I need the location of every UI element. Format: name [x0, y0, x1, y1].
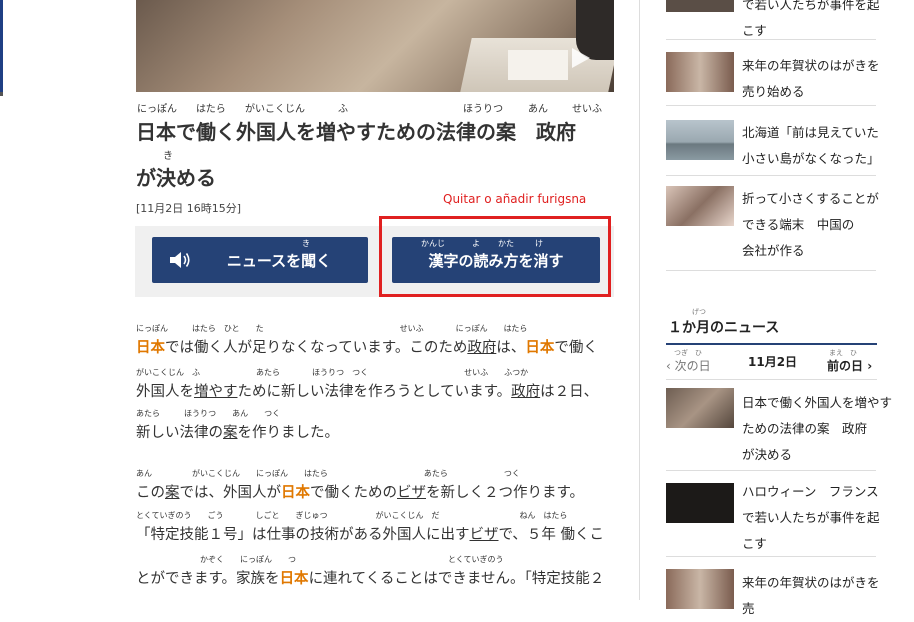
news-thumbnail — [666, 569, 734, 609]
news-headline: 日本で働く外国人を増やす ための法律の案 政府 が決める — [742, 395, 893, 462]
news-headline: ハロウィーン フランス で若い人たちが事件を起 こす — [742, 484, 880, 551]
news-thumbnail — [666, 52, 734, 92]
speaker-icon — [170, 252, 190, 268]
body-ruby: かぞく にっぽん つ とくていぎのう — [136, 555, 504, 564]
column-divider — [639, 0, 640, 600]
title-ruby: はたら — [196, 104, 226, 115]
paper-shape — [508, 50, 568, 80]
body-line: 「特定技能１号」は仕事の技術がある外国人に出すビザで、５年 働くこ — [136, 527, 605, 543]
sidebar-news-item[interactable]: 折って小さくすることが できる端末 中国の 会社が作る — [666, 176, 879, 271]
sidebar-news-item[interactable]: 来年の年賀状のはがきを 売り始める — [666, 40, 880, 106]
news-thumbnail — [666, 483, 734, 523]
annotation-highlight-box — [379, 216, 611, 297]
month-news-title: １か月のニュース — [668, 320, 780, 336]
news-headline: 来年の年賀状のはがきを売 — [742, 575, 880, 616]
body-line: 日本では働く人が足りなくなっています。このため政府は、日本で働く — [136, 340, 598, 356]
annotation-text: Quitar o añadir furigsna — [443, 192, 587, 206]
month-news-item[interactable]: 日本で働く外国人を増やす ための法律の案 政府 が決める — [666, 380, 892, 471]
article-title-line2: が決める — [136, 166, 216, 190]
listen-furi: き — [302, 239, 310, 248]
title-ruby: がいこくじん — [245, 104, 305, 115]
month-furi: げつ — [692, 308, 706, 316]
news-thumbnail — [666, 120, 734, 160]
news-headline: 折って小さくすることが できる端末 中国の 会社が作る — [742, 191, 879, 258]
month-news-item[interactable]: 来年の年賀状のはがきを売 — [666, 557, 880, 616]
news-thumbnail — [666, 388, 734, 428]
article-video-thumbnail[interactable] — [136, 0, 614, 92]
article-date: [11月2日 16時15分] — [136, 202, 242, 215]
news-headline: で若い人たちが事件を起 こす — [742, 0, 880, 38]
title-ruby: き — [163, 151, 173, 162]
body-ruby: とくていぎのう ごう しごと ぎじゅつ がいこくじん だ ねん はたら — [136, 511, 568, 520]
sidebar-news-item[interactable]: で若い人たちが事件を起 こす — [666, 0, 880, 40]
title-ruby: あん — [528, 104, 548, 115]
news-headline: 来年の年賀状のはがきを 売り始める — [742, 58, 880, 99]
body-ruby: がいこくじん ふ あたら ほうりつ つく せいふ ふつか — [136, 368, 529, 377]
left-edge-bar-2 — [0, 92, 3, 96]
news-headline: 北海道「前は見えていた 小さい島がなくなった」 — [742, 125, 880, 166]
body-line: この案では、外国人が日本で働くためのビザを新しく２つ作ります。 — [136, 485, 585, 501]
sidebar-news-item[interactable]: 北海道「前は見えていた 小さい島がなくなった」 — [666, 106, 880, 176]
title-ruby: にっぽん — [137, 104, 177, 115]
news-thumbnail — [666, 0, 734, 12]
listen-label: ニュースを聞く — [226, 251, 332, 270]
play-icon[interactable] — [572, 48, 590, 68]
body-ruby: あん がいこくじん にっぽん はたら あたら つく — [136, 469, 520, 478]
current-date: 11月2日 — [748, 355, 798, 369]
title-ruby: ほうりつ — [463, 104, 504, 115]
left-edge-bar — [0, 0, 3, 92]
month-news-item[interactable]: ハロウィーン フランス で若い人たちが事件を起 こす — [666, 471, 880, 557]
body-ruby: あたら ほうりつ あん つく — [136, 409, 281, 418]
news-thumbnail — [666, 186, 734, 226]
title-ruby: せいふ — [572, 104, 602, 115]
article-title-line1: 日本で働く外国人を増やすための法律の案 政府 — [136, 120, 576, 144]
prev-day-link[interactable]: ‹ 次の日 — [666, 357, 711, 374]
body-line: とができます。家族を日本に連れてくることはできません。「特定技能２ — [136, 571, 605, 587]
title-ruby: ふ — [338, 104, 348, 115]
next-day-link[interactable]: 前の日 › — [827, 357, 872, 374]
body-line: 外国人を増やすために新しい法律を作ろうとしています。政府は２日、 — [136, 384, 599, 400]
body-line: 新しい法律の案を作りました。 — [136, 425, 339, 441]
body-ruby: にっぽん はたら ひと た せいふ にっぽん はたら — [136, 324, 528, 333]
listen-news-button[interactable]: き ニュースを聞く — [152, 237, 368, 283]
date-navigation: つぎ ひ ‹ 次の日 11月2日 まえ ひ 前の日 › — [666, 345, 877, 380]
